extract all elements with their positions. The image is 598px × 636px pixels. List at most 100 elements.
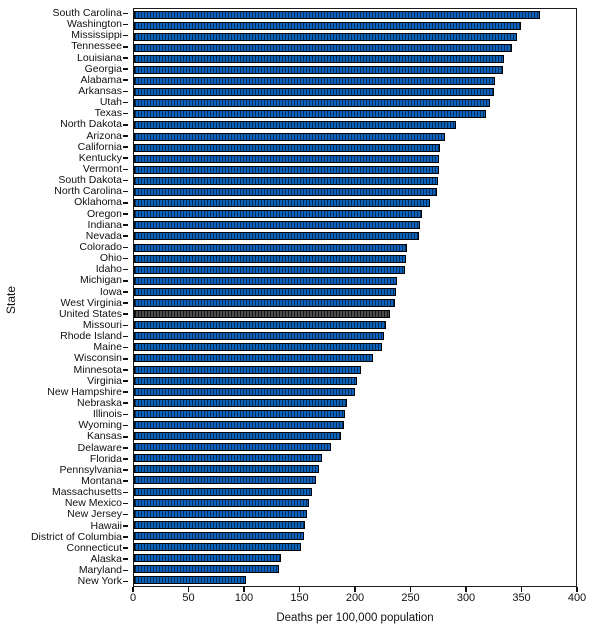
bar-row — [134, 231, 576, 242]
bar-row — [134, 320, 576, 331]
x-axis-tick-label: 100 — [234, 592, 254, 604]
bar — [134, 254, 406, 263]
bar-row — [134, 87, 576, 98]
bar — [134, 421, 344, 430]
y-axis-tick-label: Minnesota — [73, 363, 122, 376]
bar — [134, 354, 373, 363]
x-axis-tick-labels: 0 50 100 150 200 250 300 350 400 — [129, 592, 586, 608]
bar — [134, 476, 317, 485]
y-tick-mark — [123, 547, 128, 549]
y-tick-mark — [123, 413, 128, 416]
bar-row — [134, 530, 576, 541]
y-tick-mark — [123, 101, 128, 104]
y-tick-mark — [123, 190, 128, 193]
bar-row — [134, 98, 576, 109]
y-tick-mark — [123, 201, 128, 204]
bar-chart: State South Carolina Washington Mississipp… — [0, 0, 598, 636]
bar — [134, 565, 279, 574]
bar-row — [134, 331, 576, 342]
bar-row — [134, 76, 576, 87]
bar-row — [134, 31, 576, 42]
y-tick-mark — [123, 313, 128, 315]
y-tick-mark — [123, 79, 128, 81]
y-tick-mark — [123, 57, 128, 59]
y-axis-tick-label: Delaware — [77, 441, 122, 454]
bar — [134, 243, 407, 252]
bar — [134, 221, 421, 230]
y-tick-mark — [123, 146, 128, 148]
bar-row — [134, 153, 576, 164]
y-tick-mark — [123, 424, 128, 427]
y-tick-mark — [123, 302, 128, 304]
y-axis-title-label: State — [4, 285, 18, 315]
y-tick-mark — [123, 23, 128, 26]
y-axis-tick-label: Louisiana — [77, 51, 122, 64]
bar-row — [134, 475, 576, 486]
x-axis-tick-label: 300 — [456, 592, 476, 604]
y-tick-mark — [123, 246, 128, 249]
bar-row — [134, 564, 576, 575]
y-tick-mark — [123, 135, 128, 137]
bar-row — [134, 175, 576, 186]
bar — [134, 554, 281, 563]
bar-row — [134, 464, 576, 475]
bar-row — [134, 497, 576, 508]
bar — [134, 121, 456, 130]
y-tick-mark — [123, 569, 128, 572]
y-tick-mark — [123, 525, 128, 527]
plot-area — [133, 8, 577, 587]
y-axis-tick: Wisconsin — [20, 353, 128, 364]
bar-row — [134, 286, 576, 297]
bar — [134, 509, 308, 518]
y-axis-tick: Hawaii — [20, 520, 128, 531]
y-axis-tick: Iowa — [20, 286, 128, 298]
y-tick-mark — [123, 324, 128, 327]
bar — [134, 376, 358, 385]
y-axis-tick: Tennessee — [20, 41, 128, 52]
y-axis-tick: New York — [20, 576, 128, 587]
x-axis-tick-label: 0 — [129, 592, 137, 604]
bar-row — [134, 397, 576, 408]
bar-row — [134, 9, 576, 20]
x-axis-tick-label: 350 — [512, 592, 531, 604]
y-tick-mark — [123, 112, 128, 115]
bar-row — [134, 453, 576, 464]
y-tick-mark — [123, 402, 128, 405]
y-axis-tick: Michigan — [20, 275, 128, 286]
bar-row — [134, 364, 576, 375]
bar — [134, 487, 312, 496]
bar-row — [134, 20, 576, 31]
bar-row — [134, 386, 576, 397]
y-tick-mark — [123, 502, 128, 505]
bar-row — [134, 542, 576, 553]
bar — [134, 110, 487, 119]
bar — [134, 443, 331, 452]
y-axis-tick-label: Arizona — [86, 129, 122, 142]
bar-row — [134, 431, 576, 442]
y-tick-mark — [123, 268, 128, 271]
y-tick-mark — [123, 45, 128, 48]
bar — [134, 520, 306, 529]
y-tick-mark — [123, 580, 128, 583]
bar — [134, 531, 305, 540]
bar-row — [134, 187, 576, 198]
bar — [134, 99, 490, 108]
y-tick-mark — [123, 469, 128, 471]
y-tick-mark — [123, 179, 128, 182]
x-axis-tick-label: 200 — [345, 592, 365, 604]
bar-row — [134, 120, 576, 131]
bar-row — [134, 297, 576, 308]
y-tick-mark — [123, 168, 128, 171]
bar-row — [134, 264, 576, 275]
bar — [134, 265, 405, 274]
y-tick-mark — [123, 391, 128, 393]
bar — [134, 343, 382, 352]
bar — [134, 576, 246, 585]
y-tick-mark — [123, 335, 128, 338]
y-tick-mark — [123, 90, 128, 93]
y-axis-tick-label: Oklahoma — [74, 196, 122, 209]
y-tick-mark — [123, 213, 128, 215]
bar — [134, 454, 322, 463]
bar — [134, 432, 341, 441]
y-axis-tick-label: New York — [77, 575, 122, 588]
